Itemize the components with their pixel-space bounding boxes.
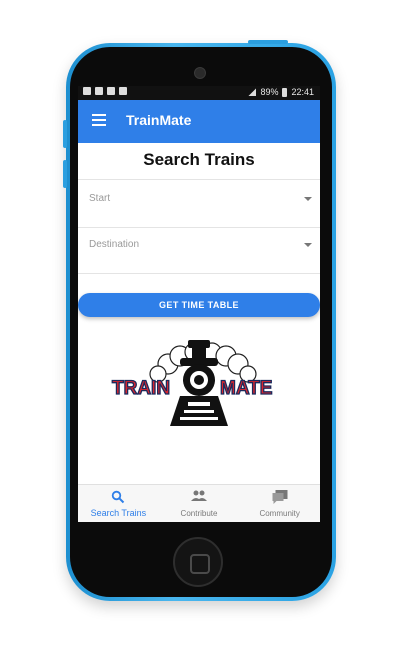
front-camera — [194, 67, 206, 79]
status-bar: 89% 22:41 — [78, 86, 320, 100]
nav-label-contribute: Contribute — [180, 509, 218, 518]
start-label: Start — [89, 193, 111, 204]
dropdown-arrow-icon — [304, 197, 312, 201]
nav-label-community: Community — [259, 509, 300, 518]
app-bar: TrainMate — [78, 100, 320, 143]
forum-icon — [272, 490, 288, 504]
nav-label-search-trains: Search Trains — [90, 508, 147, 518]
search-icon — [112, 490, 125, 504]
logo-text-train: TRAIN — [112, 378, 170, 399]
volume-down-button — [63, 160, 67, 188]
facebook-icon — [83, 87, 91, 95]
hamburger-menu-icon[interactable] — [92, 114, 106, 126]
notification-icons — [83, 87, 127, 95]
start-station-select[interactable]: Start — [78, 182, 320, 220]
trainmate-logo: TRAIN MATE — [111, 340, 273, 426]
divider — [78, 273, 320, 274]
page-title: Search Trains — [143, 150, 255, 169]
system-indicators: 89% 22:41 — [248, 87, 314, 97]
signal-icon — [248, 88, 257, 96]
nav-search-trains[interactable]: Search Trains — [78, 485, 159, 522]
battery-icon — [282, 87, 288, 97]
destination-station-select[interactable]: Destination — [78, 228, 320, 266]
nav-community[interactable]: Community — [239, 485, 320, 522]
app-screen: 89% 22:41 TrainMate Search Trains Start … — [78, 86, 320, 522]
nav-contribute[interactable]: Contribute — [159, 485, 240, 522]
dropdown-arrow-icon — [304, 243, 312, 247]
volume-up-button — [63, 120, 67, 148]
messenger-icon — [119, 87, 127, 95]
app-title: TrainMate — [126, 112, 192, 128]
people-icon — [191, 490, 207, 501]
bottom-navigation: Search Trains Contribute Community — [78, 484, 320, 522]
power-button — [248, 40, 288, 44]
destination-label: Destination — [89, 239, 140, 250]
mail-icon — [95, 87, 103, 95]
logo-text-mate: MATE — [220, 378, 272, 399]
battery-percent: 89% — [260, 87, 279, 97]
divider — [78, 179, 320, 180]
clock: 22:41 — [291, 87, 314, 97]
get-time-table-button[interactable]: GET TIME TABLE — [78, 293, 320, 317]
home-button[interactable] — [173, 537, 223, 587]
send-icon — [107, 87, 115, 95]
